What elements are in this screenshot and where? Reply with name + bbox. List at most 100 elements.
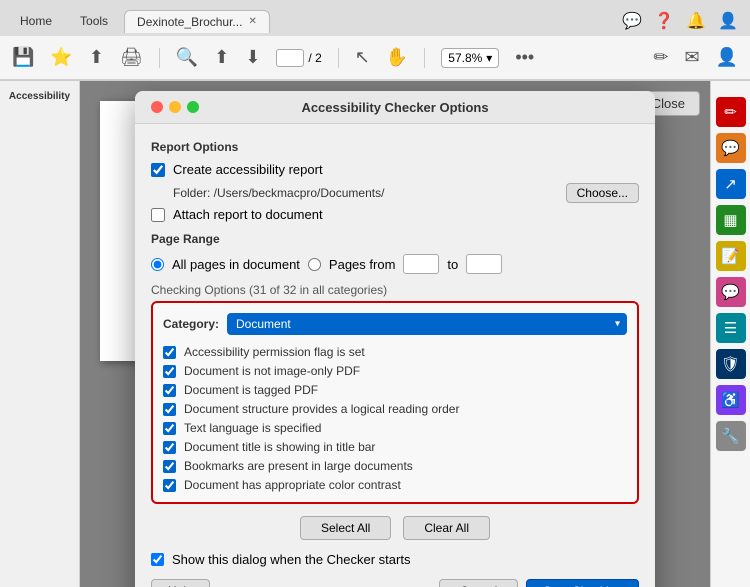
- sidebar-title: Accessibility: [9, 91, 70, 103]
- check-item-4: Text language is specified: [163, 421, 627, 435]
- minimize-traffic-light[interactable]: [169, 101, 181, 113]
- help-icon[interactable]: ❓: [654, 11, 674, 31]
- toolbar-divider-1: [159, 48, 160, 68]
- cursor-icon[interactable]: ↖: [355, 47, 370, 68]
- attach-report-row: Attach report to document: [151, 207, 639, 222]
- security-icon[interactable]: 🛡: [716, 349, 746, 379]
- report-options-title: Report Options: [151, 140, 639, 154]
- page-control: 1 / 2: [276, 49, 321, 67]
- check-item-5: Document title is showing in title bar: [163, 440, 627, 454]
- note-icon[interactable]: 📝: [716, 241, 746, 271]
- show-dialog-checkbox[interactable]: [151, 553, 164, 566]
- check-item-1-label: Document is not image-only PDF: [184, 364, 360, 378]
- accessibility-checker-modal: Accessibility Checker Options Report Opt…: [135, 91, 655, 587]
- check-item-2: Document is tagged PDF: [163, 383, 627, 397]
- folder-path: Folder: /Users/beckmacpro/Documents/: [173, 186, 558, 200]
- pages-from-radio[interactable]: [308, 258, 321, 271]
- attach-report-checkbox[interactable]: [151, 208, 165, 222]
- annotate-icon[interactable]: ✏: [653, 47, 668, 68]
- left-sidebar: Accessibility: [0, 81, 80, 587]
- show-dialog-label: Show this dialog when the Checker starts: [172, 552, 410, 567]
- modal-titlebar: Accessibility Checker Options: [135, 91, 655, 124]
- pages-from-label: Pages from: [329, 257, 395, 272]
- all-pages-label: All pages in document: [172, 257, 300, 272]
- choose-button[interactable]: Choose...: [566, 183, 639, 203]
- prev-page-icon[interactable]: ⬆: [214, 47, 229, 68]
- tab-icon-group: 💬 ❓ 🔔 👤: [622, 11, 742, 31]
- check-item-6-checkbox[interactable]: [163, 460, 176, 473]
- hand-icon[interactable]: ✋: [386, 47, 408, 68]
- dropdown-chevron: ▾: [615, 319, 620, 330]
- tools-icon[interactable]: 🔧: [716, 421, 746, 451]
- create-report-checkbox[interactable]: [151, 163, 165, 177]
- right-sidebar: ✏ 💬 ↗ ▦ 📝 💬 ☰ 🛡 ♿ 🔧: [710, 81, 750, 587]
- chat-icon[interactable]: 💬: [622, 11, 642, 31]
- print-icon[interactable]: 🖨: [120, 47, 143, 68]
- zoom-value: 57.8%: [448, 51, 482, 65]
- check-item-4-label: Text language is specified: [184, 421, 321, 435]
- category-label: Category:: [163, 317, 219, 331]
- create-report-row: Create accessibility report: [151, 162, 639, 177]
- check-item-1: Document is not image-only PDF: [163, 364, 627, 378]
- page-range-row: All pages in document Pages from to: [151, 254, 639, 274]
- notification-icon[interactable]: 🔔: [686, 11, 706, 31]
- to-page-input[interactable]: [466, 254, 502, 274]
- check-item-4-checkbox[interactable]: [163, 422, 176, 435]
- check-item-0-checkbox[interactable]: [163, 346, 176, 359]
- next-page-icon[interactable]: ⬇: [245, 47, 260, 68]
- check-item-1-checkbox[interactable]: [163, 365, 176, 378]
- right-sidebar-icons: ✏ 💬 ↗ ▦ 📝 💬 ☰ 🛡 ♿ 🔧: [712, 89, 750, 459]
- mail-icon[interactable]: ✉: [684, 47, 699, 68]
- tab-tools[interactable]: Tools: [68, 10, 120, 32]
- share-icon[interactable]: 👤: [716, 47, 738, 68]
- tab-home[interactable]: Home: [8, 10, 64, 32]
- edit-icon[interactable]: ✏: [716, 97, 746, 127]
- pdf-area: Close Accessibility Checker Options Rep: [80, 81, 710, 587]
- accessibility-icon[interactable]: ♿: [716, 385, 746, 415]
- zoom-control[interactable]: 57.8% ▾: [441, 48, 499, 68]
- category-box: Category: Document ▾: [151, 301, 639, 504]
- chat-icon[interactable]: 💬: [716, 277, 746, 307]
- user-avatar[interactable]: 👤: [718, 11, 738, 31]
- check-item-7: Document has appropriate color contrast: [163, 478, 627, 492]
- category-value: Document: [236, 317, 291, 331]
- check-item-6: Bookmarks are present in large documents: [163, 459, 627, 473]
- toolbar-divider-3: [424, 48, 425, 68]
- tab-active[interactable]: Dexinote_Brochur... ✕: [124, 10, 270, 33]
- more-icon[interactable]: •••: [515, 47, 534, 68]
- check-item-3-checkbox[interactable]: [163, 403, 176, 416]
- category-dropdown[interactable]: Document ▾: [227, 313, 627, 335]
- upload-icon[interactable]: ⬆: [89, 47, 104, 68]
- comment-icon[interactable]: 💬: [716, 133, 746, 163]
- check-item-5-label: Document title is showing in title bar: [184, 440, 375, 454]
- from-page-input[interactable]: [403, 254, 439, 274]
- check-item-0-label: Accessibility permission flag is set: [184, 345, 365, 359]
- modal-body: Report Options Create accessibility repo…: [135, 124, 655, 587]
- show-dialog-row: Show this dialog when the Checker starts: [151, 552, 639, 567]
- tab-active-label: Dexinote_Brochur...: [137, 15, 242, 29]
- zoom-chevron: ▾: [486, 51, 492, 65]
- all-pages-radio[interactable]: [151, 258, 164, 271]
- select-all-button[interactable]: Select All: [300, 516, 391, 540]
- maximize-traffic-light[interactable]: [187, 101, 199, 113]
- check-items-list: Accessibility permission flag is set Doc…: [163, 345, 627, 492]
- modal-overlay: Accessibility Checker Options Report Opt…: [80, 81, 710, 587]
- tab-close-btn[interactable]: ✕: [248, 16, 256, 27]
- check-item-5-checkbox[interactable]: [163, 441, 176, 454]
- folder-row: Folder: /Users/beckmacpro/Documents/ Cho…: [151, 183, 639, 203]
- check-item-2-checkbox[interactable]: [163, 384, 176, 397]
- to-label: to: [447, 257, 458, 272]
- save-icon[interactable]: 💾: [12, 47, 34, 68]
- bookmark-icon[interactable]: ⭐: [50, 47, 72, 68]
- close-traffic-light[interactable]: [151, 101, 163, 113]
- check-item-3: Document structure provides a logical re…: [163, 402, 627, 416]
- check-item-7-checkbox[interactable]: [163, 479, 176, 492]
- form-icon[interactable]: ☰: [716, 313, 746, 343]
- check-item-3-label: Document structure provides a logical re…: [184, 402, 459, 416]
- table-icon[interactable]: ▦: [716, 205, 746, 235]
- page-input[interactable]: 1: [276, 49, 304, 67]
- create-report-label: Create accessibility report: [173, 162, 323, 177]
- zoom-out-icon[interactable]: 🔍: [176, 47, 198, 68]
- share-icon[interactable]: ↗: [716, 169, 746, 199]
- clear-all-button[interactable]: Clear All: [403, 516, 490, 540]
